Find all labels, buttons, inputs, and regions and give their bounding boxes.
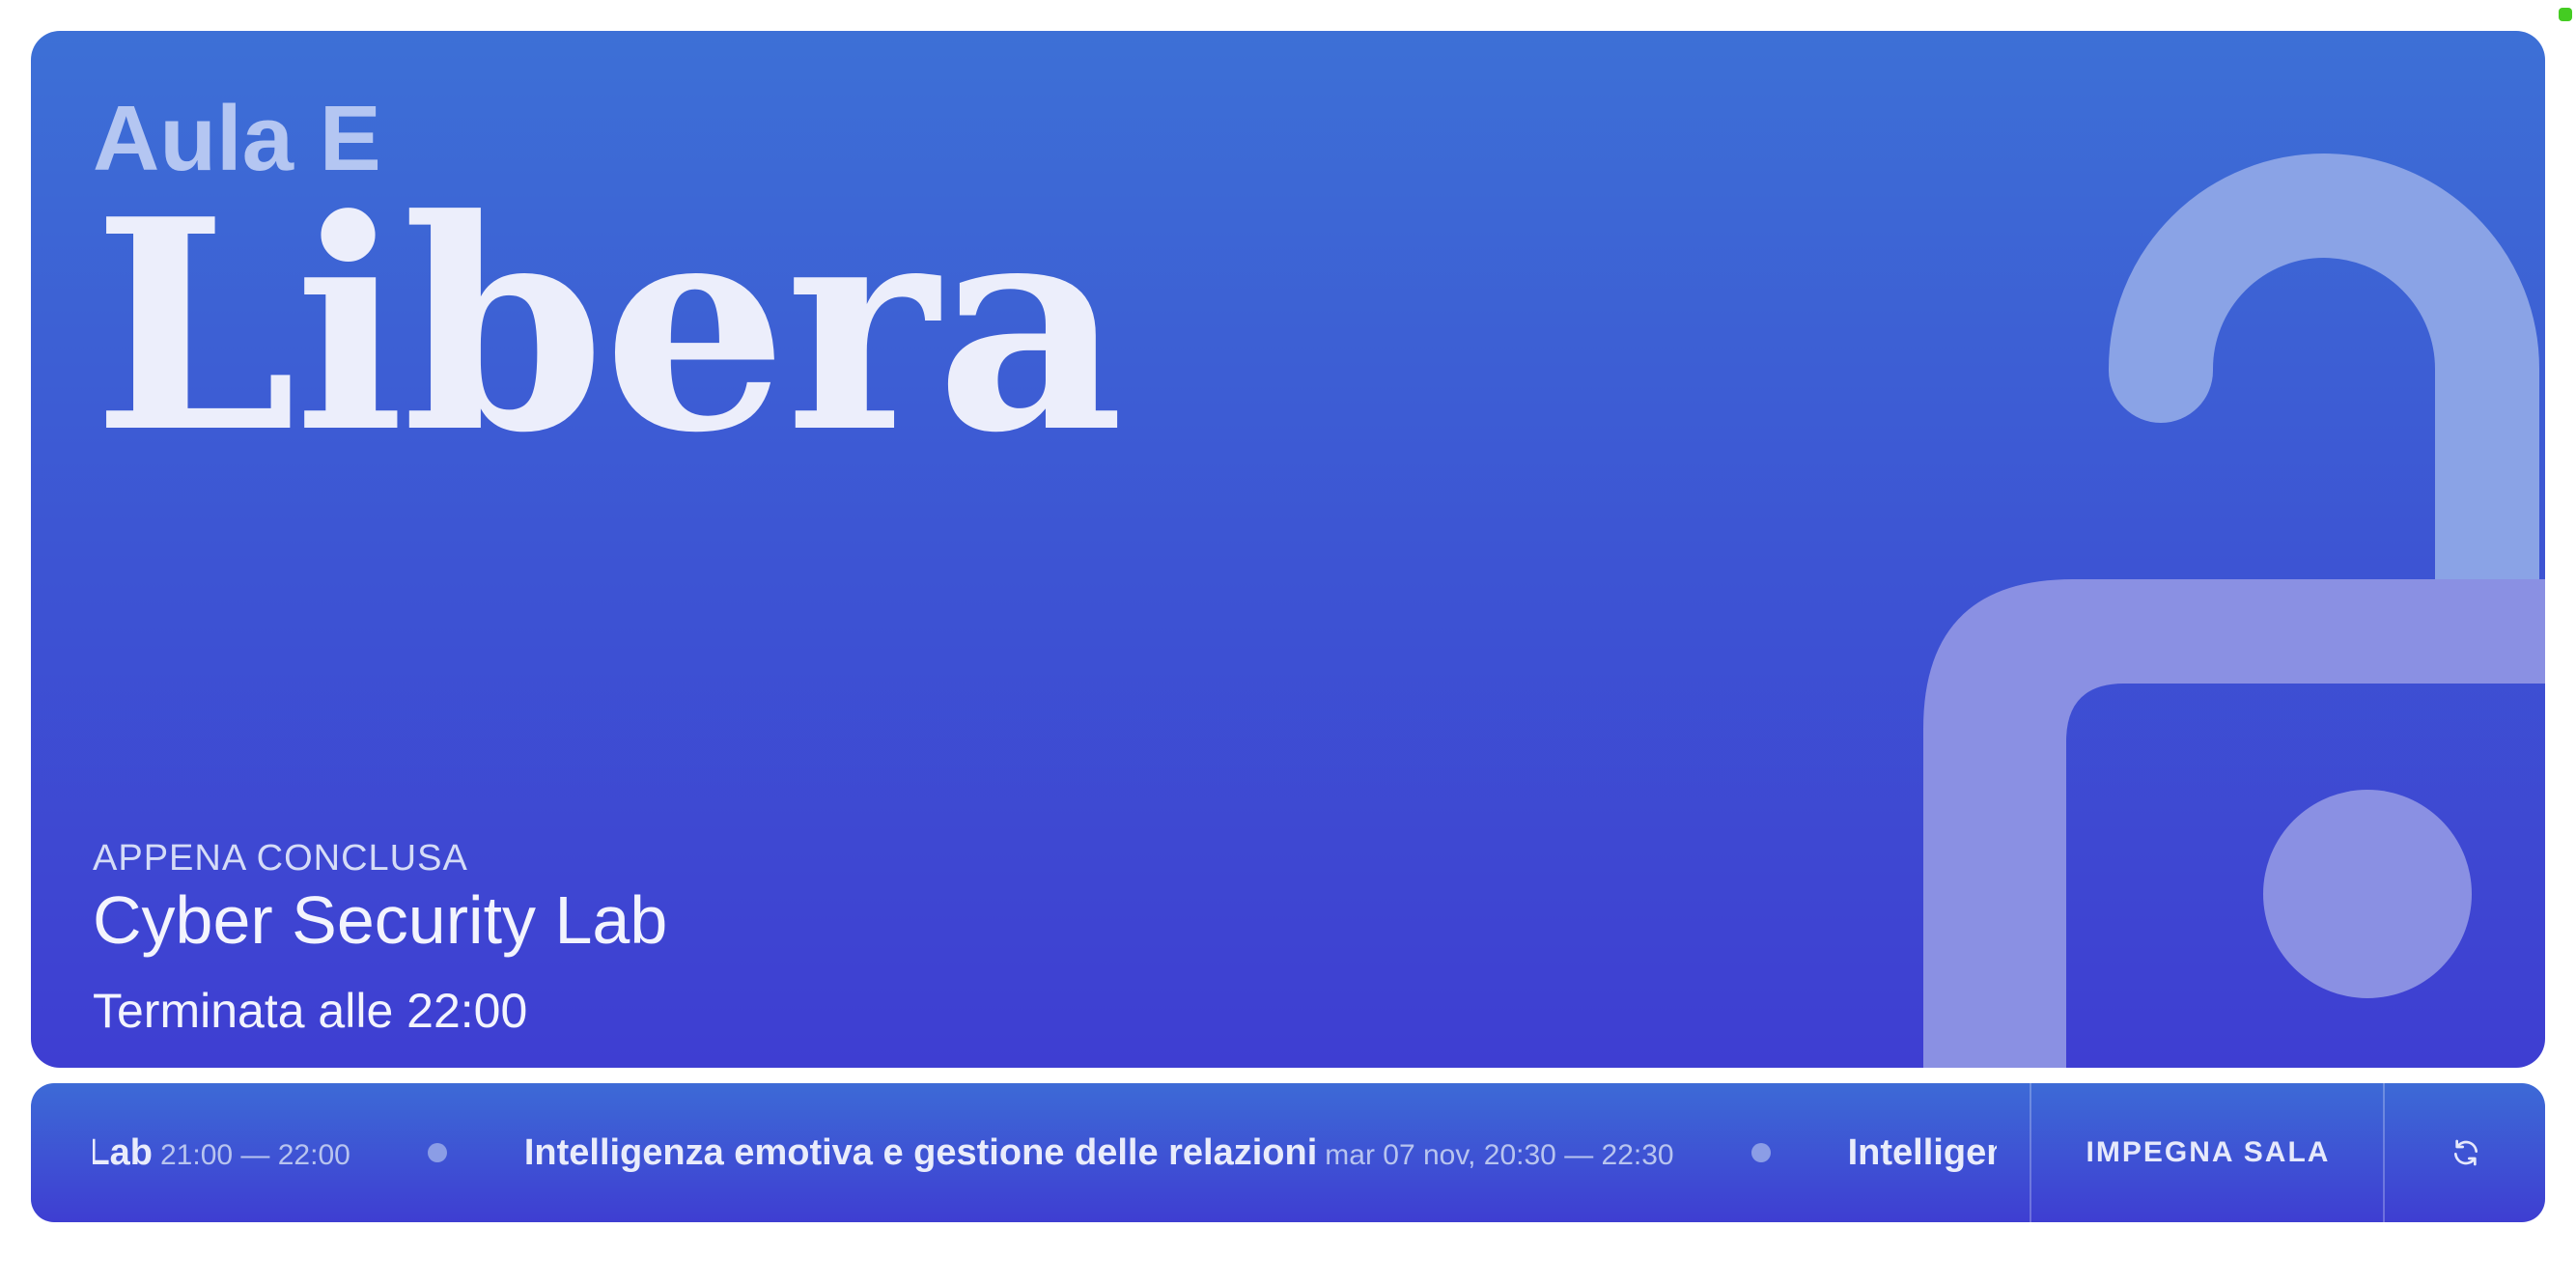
ticker-item-name: Cyber Security Lab	[93, 1131, 153, 1173]
schedule-ticker: Cyber Security Lab 21:00 — 22:00 Intelli…	[93, 1083, 1997, 1222]
padlock-body	[1923, 579, 2545, 1068]
ticker-item: Cyber Security Lab 21:00 — 22:00	[93, 1132, 350, 1174]
padlock-keyhole	[2263, 790, 2472, 998]
ticker-item: Intelligenza emotiva e gestione delle re…	[524, 1132, 1674, 1174]
ticker-item-name: Intelligenza emotiva e gestione delle re…	[523, 1131, 1318, 1173]
connection-status-dot	[2559, 8, 2572, 21]
schedule-ticker-bar: Cyber Security Lab 21:00 — 22:00 Intelli…	[31, 1083, 2545, 1222]
ticker-item-time: mar 07 nov, 20:30 — 22:30	[1325, 1138, 1674, 1171]
refresh-button[interactable]	[2383, 1083, 2545, 1222]
refresh-icon	[2454, 1139, 2478, 1166]
ticker-item-time: 21:00 — 22:00	[160, 1138, 350, 1171]
room-status-card: Aula E Libera APPENA CONCLUSA Cyber Secu…	[31, 31, 2545, 1068]
ticker-separator-dot	[427, 1143, 447, 1162]
unlocked-padlock-icon	[1923, 154, 2545, 1068]
ticker-strip: Cyber Security Lab 21:00 — 22:00 Intelli…	[93, 1083, 1997, 1222]
ticker-item: Intelligenza emotiva e gestione delle re…	[1848, 1132, 1997, 1174]
ticker-separator-dot	[1750, 1143, 1771, 1162]
book-room-button[interactable]: IMPEGNA SALA	[2030, 1083, 2385, 1222]
ticker-item-name: Intelligenza emotiva e gestione delle re…	[1847, 1131, 1997, 1173]
last-event-end-time: Terminata alle 22:00	[93, 984, 528, 1038]
last-event-title: Cyber Security Lab	[93, 882, 668, 958]
padlock-shackle	[2109, 154, 2539, 674]
last-event-status-label: APPENA CONCLUSA	[93, 838, 468, 879]
room-state-title: Libera	[93, 155, 1124, 496]
